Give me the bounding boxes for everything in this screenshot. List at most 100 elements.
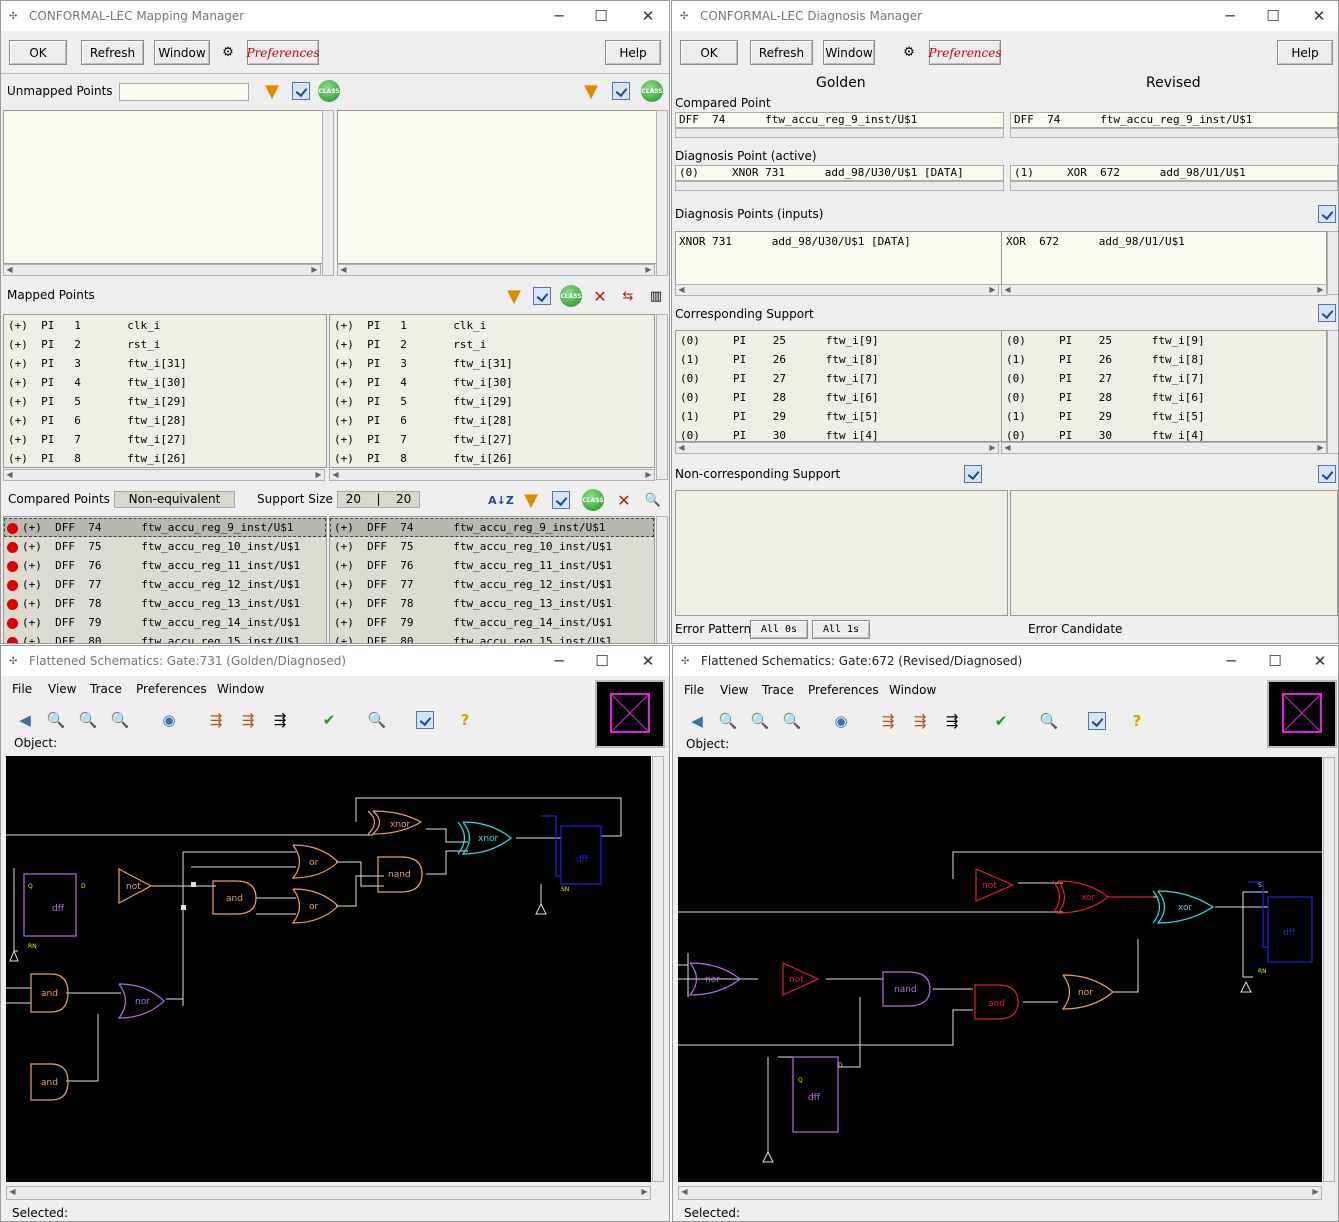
- trace-forward-icon[interactable]: ⇶: [238, 710, 258, 730]
- columns-icon[interactable]: ▥: [645, 285, 667, 307]
- minimize-button[interactable]: ─: [544, 7, 574, 25]
- list-item[interactable]: (0) PI 28 ftw_i[6]: [1006, 388, 1326, 407]
- back-icon[interactable]: ◀: [15, 710, 35, 730]
- zoom-in-icon[interactable]: 🔍: [110, 710, 130, 730]
- zoom-out-icon[interactable]: 🔍: [750, 711, 770, 731]
- find-icon[interactable]: 🔍: [367, 710, 387, 730]
- vscroll[interactable]: [1323, 757, 1335, 1182]
- hscroll[interactable]: ◀ ▶: [3, 469, 325, 481]
- hscroll[interactable]: ◀ ▶: [329, 469, 655, 481]
- table-row[interactable]: (+) DFF 75 ftw_accu_reg_10_inst/U$1: [7, 537, 326, 556]
- hscroll[interactable]: [1010, 128, 1338, 138]
- table-row[interactable]: (+) DFF 78 ftw_accu_reg_13_inst/U$1: [7, 594, 326, 613]
- settings-icon[interactable]: ⚙: [217, 41, 239, 63]
- trace-all-icon[interactable]: ⇶: [270, 710, 290, 730]
- check-icon[interactable]: ✔: [319, 710, 339, 730]
- noncorresponding-golden-list[interactable]: [675, 490, 1008, 616]
- table-row[interactable]: (+) DFF 78 ftw_accu_reg_13_inst/U$1: [334, 594, 654, 613]
- vscroll[interactable]: [1327, 231, 1338, 295]
- schematic-canvas[interactable]: D Q RN SN xnor xnor or nand or and not dff …: [6, 756, 651, 1182]
- refresh-button[interactable]: Refresh: [81, 40, 144, 65]
- list-item[interactable]: (+) PI 7 ftw_i[27]: [8, 430, 326, 449]
- list-item[interactable]: (+) PI 4 ftw_i[30]: [334, 373, 654, 392]
- list-item[interactable]: (+) PI 6 ftw_i[28]: [334, 411, 654, 430]
- menu-file[interactable]: File: [684, 683, 704, 697]
- delete-icon[interactable]: ✕: [589, 285, 611, 307]
- menu-window[interactable]: Window: [217, 682, 264, 696]
- mapped-golden-list[interactable]: (+) PI 1 clk_i (+) PI 2 rst_i (+) PI 3 f…: [3, 314, 327, 468]
- hscroll[interactable]: [675, 128, 1004, 138]
- hscroll[interactable]: ◀ ▶: [6, 1186, 651, 1200]
- fit-icon[interactable]: ◉: [831, 711, 851, 731]
- delete-icon[interactable]: ✕: [613, 489, 635, 511]
- help-icon[interactable]: ?: [455, 710, 475, 730]
- filter-icon[interactable]: ▼: [520, 489, 542, 511]
- window-button[interactable]: Window: [154, 40, 210, 65]
- table-row[interactable]: (+) DFF 76 ftw_accu_reg_11_inst/U$1: [7, 556, 326, 575]
- all-0s-button[interactable]: All 0s: [750, 620, 808, 639]
- table-row[interactable]: (+) DFF 77 ftw_accu_reg_12_inst/U$1: [7, 575, 326, 594]
- maximize-button[interactable]: ☐: [586, 7, 616, 25]
- vscroll[interactable]: [656, 110, 668, 276]
- zoom-in-icon[interactable]: 🔍: [782, 711, 802, 731]
- menu-preferences[interactable]: Preferences: [136, 682, 207, 696]
- maximize-button[interactable]: ☐: [587, 652, 617, 670]
- window-button[interactable]: Window: [823, 40, 875, 65]
- filter-right-icon[interactable]: ▼: [580, 80, 602, 102]
- hscroll[interactable]: ◀ ▶: [1001, 284, 1327, 296]
- table-row[interactable]: (+) DFF 77 ftw_accu_reg_12_inst/U$1: [334, 575, 654, 594]
- list-item[interactable]: (+) PI 6 ftw_i[28]: [8, 411, 326, 430]
- menu-preferences[interactable]: Preferences: [808, 683, 879, 697]
- menu-file[interactable]: File: [12, 682, 32, 696]
- hscroll[interactable]: ◀ ▶: [3, 264, 321, 276]
- list-item[interactable]: XOR 672 add_98/U1/U$1: [1006, 232, 1326, 251]
- compare-icon[interactable]: ⇆: [617, 285, 639, 307]
- list-item[interactable]: (+) PI 1 clk_i: [334, 316, 654, 335]
- unmapped-revised-list[interactable]: [337, 110, 657, 264]
- class-right-icon[interactable]: CLASS: [641, 80, 663, 102]
- diagnosis-inputs-list[interactable]: XNOR 731 add_98/U30/U$1 [DATA] XOR 672 a…: [675, 231, 1327, 285]
- select-icon[interactable]: [531, 285, 553, 307]
- hscroll[interactable]: [1010, 181, 1338, 191]
- minimize-button[interactable]: ─: [544, 652, 574, 670]
- overview-thumbnail[interactable]: [1267, 680, 1337, 748]
- help-button[interactable]: Help: [605, 40, 661, 65]
- ok-button[interactable]: OK: [9, 40, 67, 65]
- class-icon[interactable]: CLASS: [318, 80, 340, 102]
- table-row[interactable]: (+) DFF 74 ftw_accu_reg_9_inst/U$1: [334, 518, 654, 537]
- select-icon[interactable]: [550, 489, 572, 511]
- select-icon[interactable]: [1316, 203, 1338, 225]
- trace-all-icon[interactable]: ⇶: [942, 711, 962, 731]
- menu-trace[interactable]: Trace: [90, 682, 122, 696]
- hscroll[interactable]: [675, 181, 1004, 191]
- schematic-canvas[interactable]: Q D S RN not xor xor dff nor not nand and n…: [678, 757, 1322, 1182]
- inspect-icon[interactable]: 🔍: [642, 489, 664, 511]
- unmapped-golden-list[interactable]: [3, 110, 323, 264]
- class-icon[interactable]: CLASS: [582, 489, 604, 511]
- list-item[interactable]: (+) PI 2 rst_i: [8, 335, 326, 354]
- close-button[interactable]: ✕: [1304, 7, 1334, 25]
- select-icon[interactable]: [1087, 711, 1107, 731]
- close-button[interactable]: ✕: [633, 652, 663, 670]
- menu-window[interactable]: Window: [889, 683, 936, 697]
- table-row[interactable]: (+) DFF 79 ftw_accu_reg_14_inst/U$1: [7, 613, 326, 632]
- find-icon[interactable]: 🔍: [1039, 711, 1059, 731]
- back-icon[interactable]: ◀: [687, 711, 707, 731]
- corresponding-support-list[interactable]: (0) PI 25 ftw_i[9] (1) PI 26 ftw_i[8] (0…: [675, 330, 1327, 442]
- list-item[interactable]: (0) PI 27 ftw_i[7]: [1006, 369, 1326, 388]
- select-icon[interactable]: [415, 710, 435, 730]
- list-item[interactable]: (+) PI 7 ftw_i[27]: [334, 430, 654, 449]
- hscroll[interactable]: ◀ ▶: [678, 1186, 1322, 1200]
- ok-button[interactable]: OK: [680, 40, 738, 65]
- close-button[interactable]: ✕: [1305, 652, 1335, 670]
- all-1s-button[interactable]: All 1s: [812, 620, 870, 639]
- trace-back-icon[interactable]: ⇶: [878, 711, 898, 731]
- vscroll[interactable]: [322, 110, 334, 276]
- zoom-out-icon[interactable]: 🔍: [78, 710, 98, 730]
- unmapped-search-input[interactable]: [119, 83, 249, 101]
- class-icon[interactable]: CLASS: [560, 285, 582, 307]
- list-item[interactable]: (+) PI 4 ftw_i[30]: [8, 373, 326, 392]
- table-row[interactable]: (+) DFF 80 ftw_accu_reg_15_inst/U$1: [334, 632, 654, 643]
- hscroll[interactable]: ◀ ▶: [675, 284, 999, 296]
- vscroll[interactable]: [652, 756, 664, 1182]
